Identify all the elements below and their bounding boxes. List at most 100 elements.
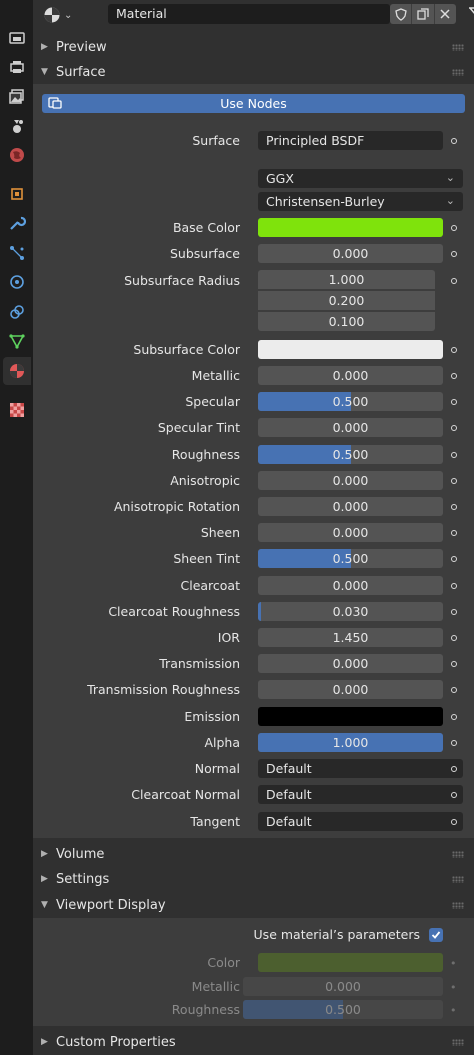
ior-field[interactable]: 1.450 [258,628,443,647]
output-tab[interactable] [3,53,31,81]
normal-socket[interactable] [445,759,463,778]
surface-socket[interactable] [445,131,463,150]
ior-socket[interactable] [445,628,463,647]
clearcoat-normal-label: Clearcoat Normal [131,787,240,802]
subsurface-color-socket[interactable] [445,340,463,359]
material-name-field[interactable]: Material [108,4,390,24]
specular-tint-socket[interactable] [445,418,463,437]
alpha-socket[interactable] [445,733,463,752]
drag-grip-icon[interactable] [452,851,464,858]
collapsed-arrow-icon: ▶ [41,849,48,859]
metallic-field[interactable]: 0.000 [258,366,443,385]
material-browse-button[interactable]: ⌄ [43,6,75,24]
clearcoat-roughness-socket[interactable] [445,602,463,621]
subsurface-method-value: Christensen-Burley [266,194,385,209]
subsurface-radius-y-field[interactable]: 0.200 [258,291,435,310]
transmission-roughness-socket[interactable] [445,680,463,699]
normal-field[interactable]: Default [258,759,463,778]
panel-title: Viewport Display [56,897,166,913]
use-nodes-label: Use Nodes [220,96,287,111]
viewport-metallic-label: Metallic [191,979,240,994]
viewport-display-panel-header[interactable]: ▼ Viewport Display [33,893,474,917]
anisotropic-socket[interactable] [445,471,463,490]
world-icon [10,148,24,162]
sheen-tint-field[interactable]: 0.500 [258,549,443,568]
checkmark-icon [431,931,441,939]
anisotropic-field[interactable]: 0.000 [258,471,443,490]
specular-tint-field[interactable]: 0.000 [258,418,443,437]
viewport-roughness-field[interactable]: 0.500 [243,1000,443,1019]
clearcoat-normal-field[interactable]: Default [258,785,463,804]
sheen-field[interactable]: 0.000 [258,523,443,542]
emission-color-swatch[interactable] [258,707,443,726]
distribution-dropdown[interactable]: GGX ⌄ [258,169,463,188]
specular-socket[interactable] [445,392,463,411]
use-material-params-label: Use material’s parameters [253,927,420,942]
clearcoat-normal-socket[interactable] [445,785,463,804]
subsurface-method-dropdown[interactable]: Christensen-Burley ⌄ [258,192,463,211]
viewport-metallic-field[interactable]: 0.000 [243,977,443,996]
sheen-value: 0.000 [332,525,369,540]
subsurface-radius-y-value: 0.200 [328,293,365,308]
preview-panel-header[interactable]: ▶ Preview [33,35,474,59]
subsurface-radius-socket[interactable] [445,271,463,290]
transmission-roughness-field[interactable]: 0.000 [258,680,443,699]
subsurface-field[interactable]: 0.000 [258,244,443,263]
unlink-button[interactable] [435,4,456,24]
render-tab[interactable] [3,24,31,52]
subsurface-radius-z-field[interactable]: 0.100 [258,312,435,331]
base-color-swatch[interactable] [258,218,443,237]
drag-grip-icon[interactable] [452,902,464,909]
anisotropic-rotation-field[interactable]: 0.000 [258,497,443,516]
settings-panel-header[interactable]: ▶ Settings [33,867,474,891]
ior-value: 1.450 [332,630,369,645]
subsurface-color-swatch[interactable] [258,340,443,359]
base-color-socket[interactable] [445,218,463,237]
surface-shader-field[interactable]: Principled BSDF [258,131,443,150]
sheen-socket[interactable] [445,523,463,542]
use-material-params-checkbox[interactable] [429,928,443,942]
subsurface-radius-x-field[interactable]: 1.000 [258,270,435,289]
alpha-field[interactable]: 1.000 [258,733,443,752]
constraints-tab[interactable] [3,298,31,326]
view-layer-tab[interactable] [3,83,31,111]
metallic-socket[interactable] [445,366,463,385]
viewport-color-swatch[interactable] [258,953,443,972]
socket-dot-icon [451,451,457,458]
specular-field[interactable]: 0.500 [258,392,443,411]
collapsed-arrow-icon: ▶ [41,874,48,884]
material-datablock-buttons [390,4,456,24]
node-tree-button[interactable]: ⌄ [463,4,474,24]
tangent-socket[interactable] [445,812,463,831]
normal-label: Normal [194,761,240,776]
emission-socket[interactable] [445,707,463,726]
roughness-socket[interactable] [445,445,463,464]
volume-panel-header[interactable]: ▶ Volume [33,842,474,866]
object-tab[interactable] [3,180,31,208]
roughness-field[interactable]: 0.500 [258,445,443,464]
subsurface-value: 0.000 [332,246,369,261]
anisotropic-rotation-socket[interactable] [445,497,463,516]
duplicate-button[interactable] [412,4,435,24]
transmission-socket[interactable] [445,654,463,673]
surface-panel-header[interactable]: ▼ Surface [33,60,474,84]
drag-grip-icon[interactable] [452,876,464,883]
clearcoat-field[interactable]: 0.000 [258,576,443,595]
drag-grip-icon[interactable] [452,1039,464,1046]
sheen-tint-socket[interactable] [445,549,463,568]
clearcoat-value: 0.000 [332,578,369,593]
anisotropic-rotation-label: Anisotropic Rotation [113,499,240,514]
clearcoat-roughness-label: Clearcoat Roughness [108,604,240,619]
clearcoat-socket[interactable] [445,576,463,595]
use-nodes-button[interactable]: Use Nodes [42,94,465,113]
expanded-arrow-icon: ▼ [41,67,48,77]
printer-icon [10,61,24,73]
custom-properties-panel-header[interactable]: ▶ Custom Properties [33,1030,474,1054]
drag-grip-icon[interactable] [452,44,464,51]
fake-user-button[interactable] [390,4,413,24]
clearcoat-roughness-field[interactable]: 0.030 [258,602,443,621]
transmission-field[interactable]: 0.000 [258,654,443,673]
tangent-field[interactable]: Default [258,812,463,831]
drag-grip-icon[interactable] [452,69,464,76]
subsurface-socket[interactable] [445,244,463,263]
